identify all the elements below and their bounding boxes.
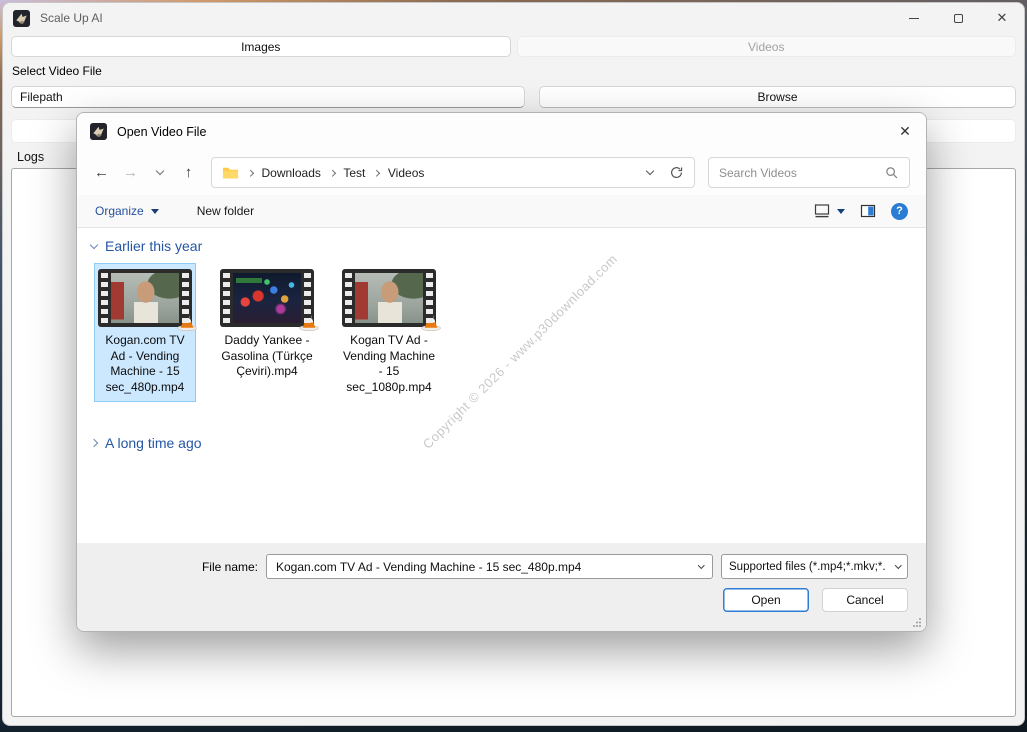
cancel-button[interactable]: Cancel bbox=[822, 588, 908, 612]
search-box[interactable] bbox=[708, 157, 910, 188]
open-video-file-dialog: Open Video File ✕ ← → ↑ Downloads Test V… bbox=[76, 112, 927, 632]
open-button[interactable]: Open bbox=[723, 588, 809, 612]
caret-down-icon bbox=[837, 208, 845, 214]
breadcrumb-videos[interactable]: Videos bbox=[388, 166, 424, 180]
organize-button[interactable]: Organize bbox=[95, 204, 159, 218]
tab-images[interactable]: Images bbox=[11, 36, 511, 57]
maximize-button[interactable] bbox=[936, 3, 980, 33]
file-name-value: Kogan.com TV Ad - Vending Machine - 15 s… bbox=[276, 559, 582, 574]
organize-label: Organize bbox=[95, 204, 144, 218]
dialog-logo-icon bbox=[90, 123, 107, 140]
close-icon: ✕ bbox=[899, 123, 911, 139]
chevron-down-icon bbox=[894, 561, 901, 569]
help-button[interactable]: ? bbox=[891, 202, 908, 220]
video-thumbnail bbox=[98, 269, 197, 331]
filepath-input[interactable] bbox=[11, 86, 525, 108]
up-button[interactable]: ↑ bbox=[174, 158, 203, 187]
refresh-icon[interactable] bbox=[669, 165, 684, 180]
view-mode-icon bbox=[814, 204, 830, 218]
file-item-kogan-480p[interactable]: Kogan.com TV Ad - Vending Machine - 15 s… bbox=[94, 263, 197, 402]
video-thumbnail bbox=[220, 269, 319, 331]
caret-down-icon bbox=[150, 208, 159, 214]
app-title: Scale Up AI bbox=[40, 11, 103, 25]
back-button[interactable]: ← bbox=[87, 158, 116, 187]
up-icon: ↑ bbox=[184, 164, 193, 181]
chevron-down-icon bbox=[155, 166, 164, 176]
vlc-cone-icon bbox=[421, 310, 441, 331]
search-input[interactable] bbox=[719, 165, 885, 180]
views-button[interactable] bbox=[814, 203, 845, 219]
file-type-value: Supported files (*.mp4;*.mkv;*. bbox=[729, 560, 886, 573]
dialog-close-button[interactable]: ✕ bbox=[884, 113, 926, 150]
breadcrumb-separator-icon bbox=[373, 169, 380, 177]
chevron-down-icon bbox=[89, 240, 99, 249]
app-titlebar: Scale Up AI ✕ bbox=[3, 3, 1024, 33]
chevron-down-icon bbox=[697, 561, 704, 569]
folder-icon bbox=[222, 167, 239, 178]
window-controls: ✕ bbox=[892, 3, 1024, 33]
address-dropdown-icon[interactable] bbox=[645, 166, 655, 176]
breadcrumb-separator-icon bbox=[328, 169, 336, 177]
forward-button[interactable]: → bbox=[116, 158, 145, 187]
thumbnail-street-scene bbox=[355, 273, 423, 323]
select-video-file-label: Select Video File bbox=[12, 64, 102, 78]
address-bar[interactable]: Downloads Test Videos bbox=[211, 157, 695, 188]
dialog-title: Open Video File bbox=[117, 124, 207, 139]
file-name-combobox[interactable]: Kogan.com TV Ad - Vending Machine - 15 s… bbox=[266, 554, 713, 579]
breadcrumb-test[interactable]: Test bbox=[343, 166, 365, 180]
group-earlier-this-year[interactable]: Earlier this year bbox=[89, 238, 912, 254]
dialog-toolbar: Organize New folder ? bbox=[77, 195, 926, 228]
close-button[interactable]: ✕ bbox=[980, 3, 1024, 33]
maximize-icon bbox=[953, 13, 963, 23]
close-icon: ✕ bbox=[996, 10, 1008, 25]
breadcrumb-downloads[interactable]: Downloads bbox=[262, 166, 321, 180]
preview-pane-icon[interactable] bbox=[860, 203, 876, 219]
browse-button[interactable]: Browse bbox=[539, 86, 1016, 108]
file-item-kogan-1080p[interactable]: Kogan TV Ad - Vending Machine - 15 sec_1… bbox=[338, 263, 441, 402]
main-tabs: Images Videos bbox=[11, 36, 1016, 57]
logs-label: Logs bbox=[17, 150, 45, 164]
forward-icon: → bbox=[123, 164, 138, 181]
search-icon bbox=[886, 166, 898, 178]
file-name: Kogan TV Ad - Vending Machine - 15 sec_1… bbox=[342, 333, 436, 394]
dialog-footer: File name: Kogan.com TV Ad - Vending Mac… bbox=[77, 543, 926, 631]
file-items: Kogan.com TV Ad - Vending Machine - 15 s… bbox=[94, 263, 441, 402]
minimize-button[interactable] bbox=[892, 3, 936, 33]
dialog-navigation-bar: ← → ↑ Downloads Test Videos bbox=[77, 150, 926, 195]
tab-videos[interactable]: Videos bbox=[516, 36, 1016, 57]
file-list-area: Earlier this year Kogan.com TV Ad - Vend… bbox=[77, 228, 926, 543]
file-type-combobox[interactable]: Supported files (*.mp4;*.mkv;*. bbox=[721, 554, 908, 579]
group-a-long-time-ago[interactable]: A long time ago bbox=[89, 435, 202, 451]
thumbnail-night-lights bbox=[233, 273, 301, 323]
filepath-row: Browse bbox=[11, 86, 1016, 108]
vlc-cone-icon bbox=[177, 310, 197, 331]
thumbnail-street-scene bbox=[111, 273, 179, 323]
file-item-daddy-yankee[interactable]: Daddy Yankee - Gasolina (Türkçe Çeviri).… bbox=[216, 263, 319, 387]
file-name: Daddy Yankee - Gasolina (Türkçe Çeviri).… bbox=[221, 333, 313, 378]
dialog-titlebar: Open Video File ✕ bbox=[77, 113, 926, 150]
breadcrumb-separator-icon bbox=[247, 169, 254, 177]
resize-grip[interactable] bbox=[912, 617, 922, 627]
vlc-cone-icon bbox=[299, 310, 319, 331]
video-thumbnail bbox=[342, 269, 441, 331]
chevron-right-icon bbox=[89, 438, 99, 448]
help-icon: ? bbox=[896, 205, 903, 217]
minimize-icon bbox=[909, 17, 919, 19]
group-label: Earlier this year bbox=[105, 238, 203, 254]
app-logo-icon bbox=[13, 9, 30, 27]
back-icon: ← bbox=[94, 164, 109, 181]
new-folder-button[interactable]: New folder bbox=[197, 204, 254, 218]
file-name-label: File name: bbox=[201, 559, 258, 574]
file-name: Kogan.com TV Ad - Vending Machine - 15 s… bbox=[105, 333, 185, 394]
history-dropdown-button[interactable] bbox=[145, 158, 174, 187]
group-label: A long time ago bbox=[105, 435, 202, 451]
